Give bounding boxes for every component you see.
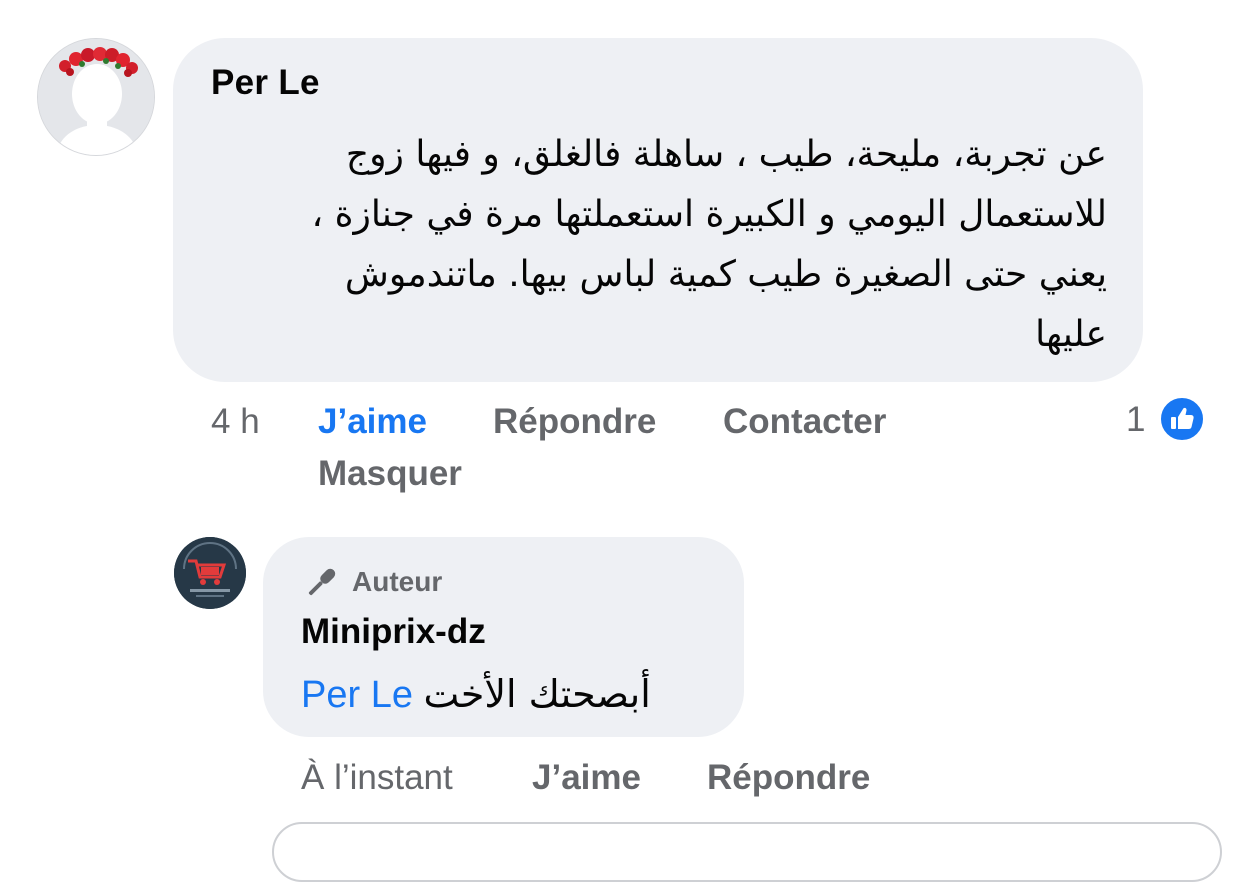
mention-link[interactable]: Per Le [301, 674, 413, 716]
comment-hide-button[interactable]: Masquer [318, 454, 462, 494]
reply-reply-button[interactable]: Répondre [707, 758, 870, 798]
comment-timestamp[interactable]: 4 h [211, 402, 260, 442]
microphone-icon [301, 563, 341, 603]
comment-text-line: للاستعمال اليومي و الكبيرة استعملتها مرة… [311, 194, 1107, 235]
reply-timestamp[interactable]: À l’instant [301, 758, 453, 798]
comment-contact-button[interactable]: Contacter [723, 402, 886, 442]
comment-text-line: عليها [1035, 314, 1107, 355]
page-avatar[interactable] [174, 537, 246, 609]
like-thumb-icon[interactable] [1158, 395, 1206, 443]
reply-like-button[interactable]: J’aime [532, 758, 641, 798]
comment-text: عن تجربة، مليحة، طيب ، ساهلة فالغلق، و ف… [205, 125, 1107, 365]
comment-like-button[interactable]: J’aime [318, 402, 427, 442]
reaction-count[interactable]: 1 [1126, 400, 1145, 440]
comment-reply-button[interactable]: Répondre [493, 402, 656, 442]
reply-author-name[interactable]: Miniprix-dz [301, 612, 486, 652]
comment-text-line: يعني حتى الصغيرة طيب كمية لباس بيها. مات… [344, 254, 1107, 295]
comment-author-name[interactable]: Per Le [211, 63, 320, 103]
author-badge: Auteur [352, 566, 443, 597]
reply-composer-input[interactable] [272, 822, 1222, 882]
miniprix-logo-icon [174, 537, 246, 609]
reply-text: Per Le أبصحتك الأخت [301, 668, 651, 721]
commenter-avatar[interactable] [37, 38, 155, 156]
comment-text-line: عن تجربة، مليحة، طيب ، ساهلة فالغلق، و ف… [345, 134, 1107, 175]
default-profile-silhouette-icon [38, 39, 154, 155]
reply-message: أبصحتك الأخت [423, 672, 651, 716]
